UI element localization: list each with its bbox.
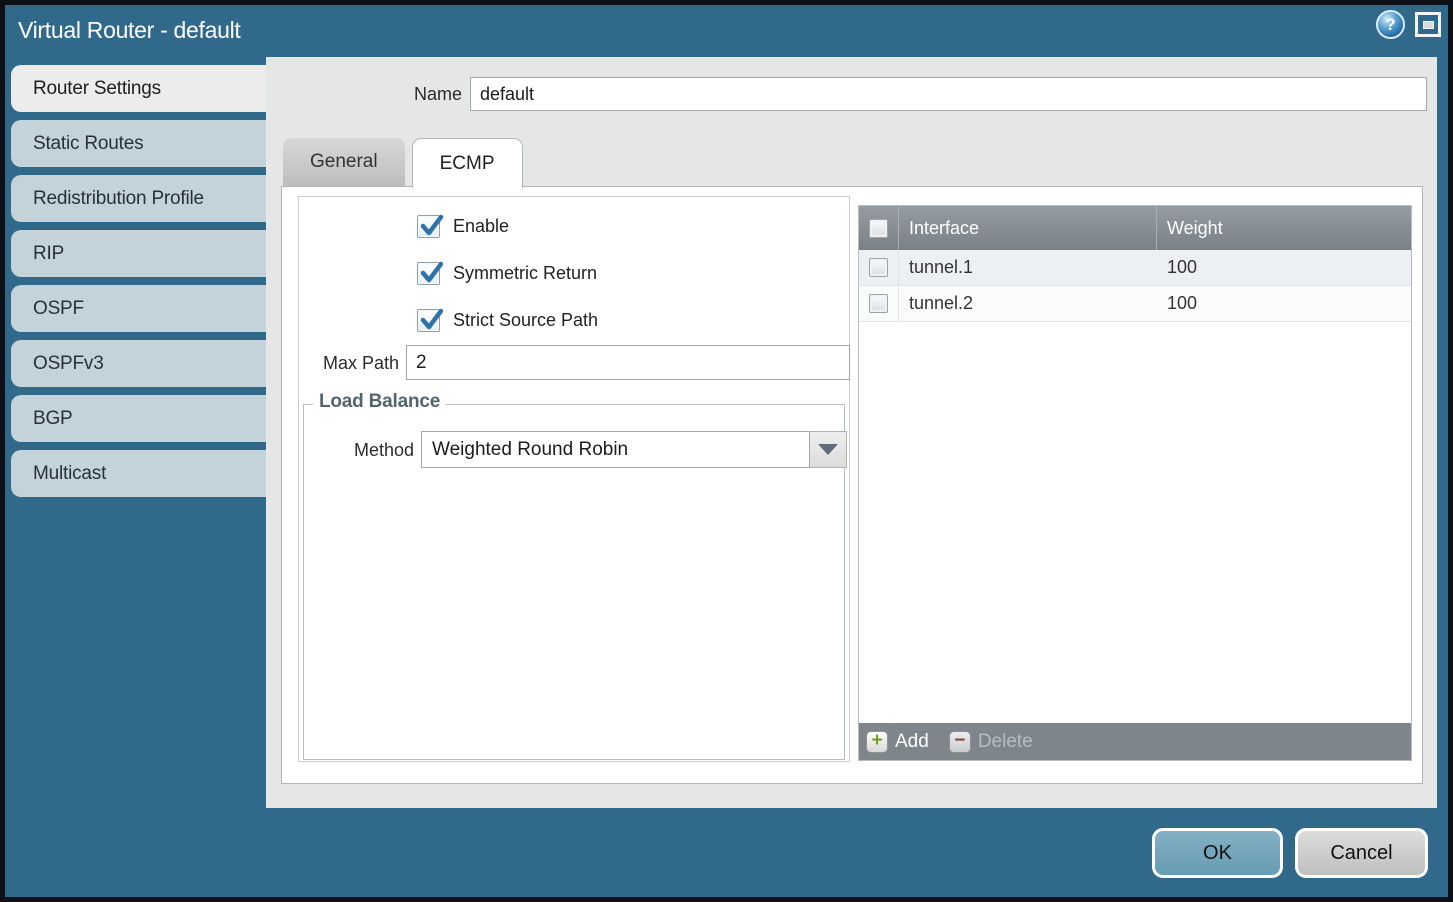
add-label: Add [895,731,929,753]
select-all-checkbox[interactable] [869,219,888,238]
form-tab-strip: General ECMP [283,138,523,187]
ecmp-interface-table: Interface Weight tunnel.1 100 tunnel.2 1… [858,205,1412,761]
row-checkbox-cell [859,286,899,321]
max-path-input[interactable] [406,345,850,380]
checkbox-label: Enable [453,216,509,237]
content-area: Name General ECMP Enable [266,57,1437,808]
add-plus-icon: + [866,731,888,753]
virtual-router-dialog: Virtual Router - default ? Router Settin… [0,0,1453,902]
sidebar: Router Settings Static Routes Redistribu… [5,57,266,897]
checkbox-box [417,215,440,238]
method-dropdown-button[interactable] [810,431,847,468]
table-header: Interface Weight [859,206,1411,250]
title-bar: Virtual Router - default ? [5,5,1448,57]
header-checkbox-cell [859,206,899,250]
interface-column-header: Interface [899,206,1157,250]
symmetric-return-checkbox[interactable]: Symmetric Return [417,258,598,288]
enable-checkbox[interactable]: Enable [417,211,598,241]
check-icon [418,213,445,240]
sidebar-item-redistribution-profile[interactable]: Redistribution Profile [11,175,266,222]
row-checkbox[interactable] [869,294,888,313]
interface-cell: tunnel.1 [899,250,1157,285]
delete-label: Delete [978,731,1033,753]
row-checkbox-cell [859,250,899,285]
method-dropdown [421,431,847,468]
help-icon[interactable]: ? [1376,10,1405,39]
tab-general[interactable]: General [283,138,405,186]
strict-source-path-checkbox[interactable]: Strict Source Path [417,305,598,335]
check-icon [418,307,445,334]
max-path-label: Max Path [299,353,399,374]
sidebar-item-multicast[interactable]: Multicast [11,450,266,497]
sidebar-item-bgp[interactable]: BGP [11,395,266,442]
ecmp-form-panel: Enable Symmetric Return Strict Source Pa… [298,196,850,762]
sidebar-item-ospf[interactable]: OSPF [11,285,266,332]
delete-minus-icon: − [949,731,971,753]
weight-column-header: Weight [1157,206,1411,250]
table-toolbar: + Add − Delete [859,723,1411,760]
sidebar-item-static-routes[interactable]: Static Routes [11,120,266,167]
name-input[interactable] [470,77,1427,111]
help-glyph: ? [1385,15,1395,35]
restore-inner-rect [1423,21,1434,29]
cancel-button[interactable]: Cancel [1295,828,1428,878]
sidebar-item-rip[interactable]: RIP [11,230,266,277]
weight-cell: 100 [1157,250,1411,285]
checkbox-box [417,262,440,285]
ok-button[interactable]: OK [1152,828,1283,878]
restore-window-icon[interactable] [1415,12,1441,37]
check-icon [418,260,445,287]
tab-ecmp[interactable]: ECMP [412,138,523,188]
checkbox-label: Strict Source Path [453,310,598,331]
method-value-input[interactable] [421,431,810,468]
method-label: Method [304,440,414,461]
checkbox-box [417,309,440,332]
name-label: Name [266,84,462,105]
sidebar-item-ospfv3[interactable]: OSPFv3 [11,340,266,387]
dialog-title: Virtual Router - default [18,17,241,44]
ecmp-checkbox-group: Enable Symmetric Return Strict Source Pa… [417,211,598,335]
add-button[interactable]: + Add [866,731,929,753]
checkbox-label: Symmetric Return [453,263,597,284]
interface-cell: tunnel.2 [899,286,1157,321]
weight-cell: 100 [1157,286,1411,321]
load-balance-legend: Load Balance [313,391,446,413]
delete-button[interactable]: − Delete [949,731,1033,753]
sidebar-item-router-settings[interactable]: Router Settings [11,65,266,112]
table-row[interactable]: tunnel.2 100 [859,286,1411,322]
table-row[interactable]: tunnel.1 100 [859,250,1411,286]
row-checkbox[interactable] [869,258,888,277]
chevron-down-icon [818,444,838,455]
ecmp-panel: Enable Symmetric Return Strict Source Pa… [281,186,1423,784]
load-balance-fieldset: Load Balance Method [303,404,845,760]
table-empty-area [859,322,1411,723]
